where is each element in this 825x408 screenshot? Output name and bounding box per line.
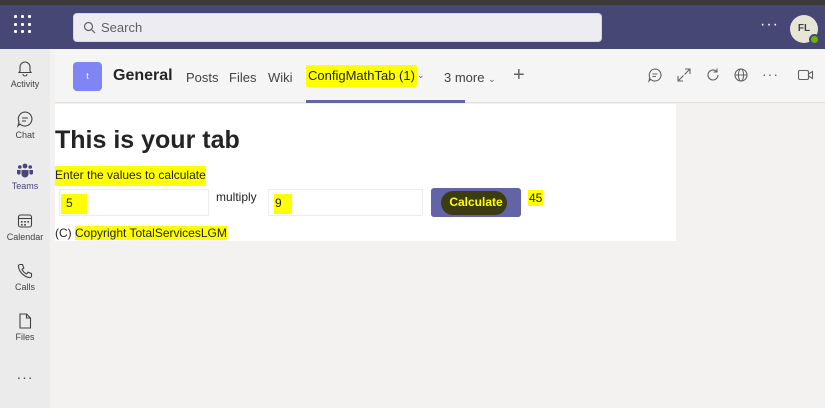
rail-label: Calendar xyxy=(6,232,44,242)
rail-label: Teams xyxy=(11,181,39,191)
tab-wiki[interactable]: Wiki xyxy=(268,70,293,85)
expand-icon[interactable] xyxy=(676,67,692,83)
teams-icon xyxy=(17,163,33,178)
phone-icon xyxy=(17,263,33,279)
tab-content: This is your tab Enter the values to cal… xyxy=(55,104,676,241)
copyright-prefix: (C) xyxy=(55,226,75,240)
page-title: This is your tab xyxy=(55,126,240,154)
more-apps-icon[interactable]: ··· xyxy=(0,369,50,385)
refresh-icon[interactable] xyxy=(705,67,721,83)
app-rail: Activity Chat Teams Calendar Calls Files… xyxy=(0,49,50,408)
bell-icon xyxy=(17,61,33,77)
calculate-label: Calculate xyxy=(449,195,503,209)
rail-item-files[interactable]: Files xyxy=(0,312,50,342)
rail-item-calendar[interactable]: Calendar xyxy=(0,212,50,242)
app-launcher-icon[interactable] xyxy=(14,15,34,35)
video-call-icon[interactable] xyxy=(797,67,814,83)
top-bar: ··· FL xyxy=(0,5,825,49)
user-avatar[interactable]: FL xyxy=(790,15,820,45)
search-box[interactable] xyxy=(73,13,602,42)
team-avatar: t xyxy=(73,62,102,91)
rail-label: Activity xyxy=(10,79,40,89)
value2-input[interactable] xyxy=(268,189,423,216)
more-options-icon[interactable]: ··· xyxy=(760,16,779,34)
result-value: 45 xyxy=(528,190,544,206)
avatar-initials: FL xyxy=(797,23,811,34)
copyright: (C) Copyright TotalServicesLGM xyxy=(55,226,227,240)
rail-item-activity[interactable]: Activity xyxy=(0,59,50,89)
conversation-icon[interactable] xyxy=(647,67,663,83)
search-input[interactable] xyxy=(101,14,581,41)
tab-configmathtab[interactable]: ConfigMathTab (1) xyxy=(306,65,417,87)
rail-item-teams[interactable]: Teams xyxy=(0,161,50,191)
more-tabs-label: 3 more xyxy=(444,70,485,85)
add-tab-button[interactable]: + xyxy=(513,64,525,87)
rail-item-calls[interactable]: Calls xyxy=(0,262,50,292)
rail-label: Calls xyxy=(14,282,35,292)
rail-label: Chat xyxy=(15,130,35,140)
rail-label: Files xyxy=(15,332,35,342)
globe-icon[interactable] xyxy=(733,67,749,83)
chevron-down-icon[interactable]: ⌄ xyxy=(417,70,425,81)
channel-name: General xyxy=(113,67,173,84)
chat-icon xyxy=(16,111,33,128)
calendar-icon xyxy=(17,214,33,228)
more-options-icon[interactable]: ··· xyxy=(762,66,779,82)
channel-header: t General Posts Files Wiki ConfigMathTab… xyxy=(55,49,825,103)
search-icon xyxy=(83,21,96,34)
copyright-text: Copyright TotalServicesLGM xyxy=(75,226,227,240)
operator-label: multiply xyxy=(216,190,257,204)
tab-posts[interactable]: Posts xyxy=(186,70,219,85)
presence-available-icon xyxy=(809,34,820,45)
calculate-button[interactable]: Calculate xyxy=(431,188,521,217)
rail-item-chat[interactable]: Chat xyxy=(0,110,50,140)
value1-input[interactable] xyxy=(59,189,209,216)
file-icon xyxy=(19,313,32,329)
chevron-down-icon: ⌄ xyxy=(488,74,496,84)
tab-files[interactable]: Files xyxy=(229,70,256,85)
active-tab-indicator xyxy=(306,100,465,103)
tab-more[interactable]: 3 more ⌄ xyxy=(444,70,496,85)
instruction-text: Enter the values to calculate xyxy=(55,166,206,186)
